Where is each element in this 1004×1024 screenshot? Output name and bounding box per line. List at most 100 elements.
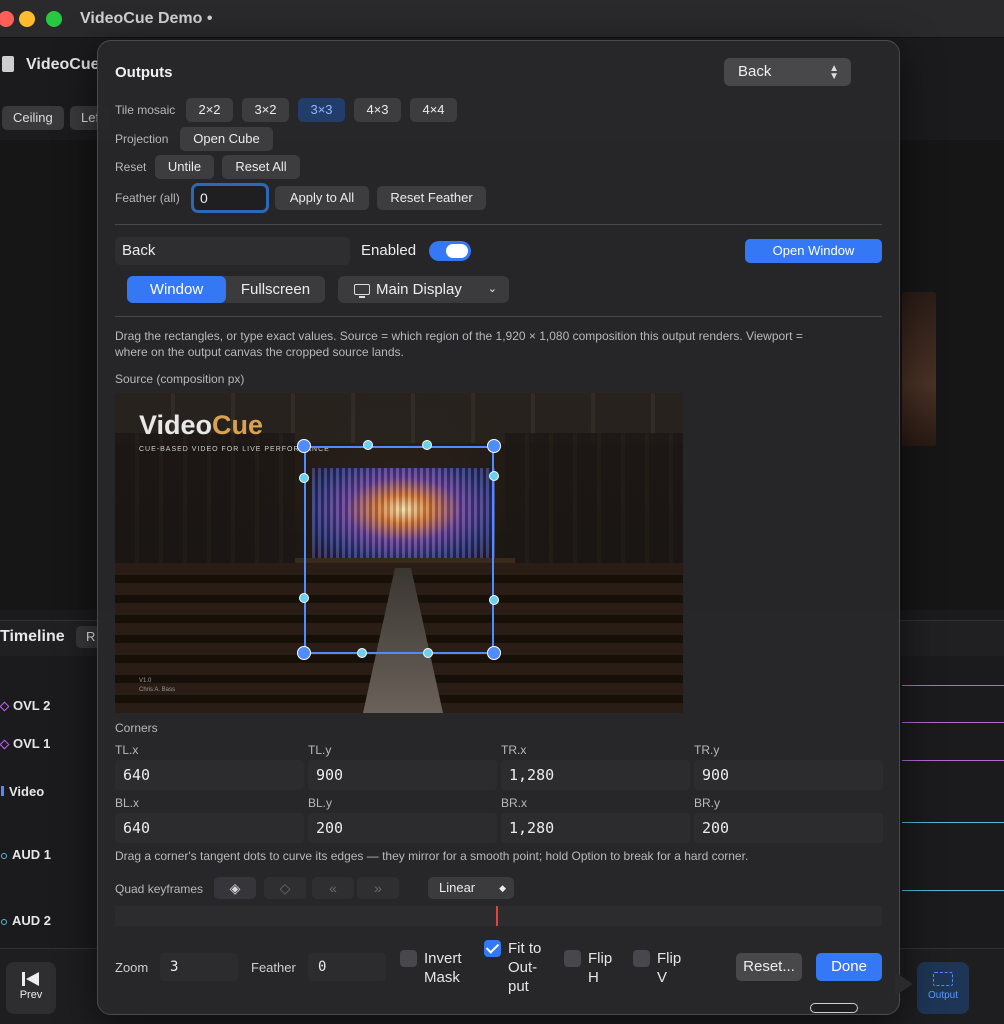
add-keyframe-button[interactable]: ◈ [214, 877, 256, 899]
output-label: Output [927, 990, 959, 1001]
remove-keyframe-button[interactable]: ◇ [264, 877, 306, 899]
tangent-dot[interactable] [363, 440, 373, 450]
feather-all-input[interactable]: 0 [191, 183, 269, 213]
tl-x-label: TL.x [115, 743, 139, 757]
flip-v-label: Flip V [657, 949, 681, 987]
tangent-dot[interactable] [299, 473, 309, 483]
tile-3x3-button[interactable]: 3×3 [298, 98, 345, 122]
mode-fullscreen-segment[interactable]: Fullscreen [226, 276, 325, 303]
tile-2x2-button[interactable]: 2×2 [186, 98, 233, 122]
feather-label: Feather [251, 960, 296, 975]
track-aud2[interactable]: AUD 2 [0, 913, 51, 928]
untile-button[interactable]: Untile [155, 155, 214, 179]
tr-x-field[interactable]: 1,280 [501, 760, 690, 790]
track-label: OVL 2 [13, 698, 51, 713]
br-y-label: BR.y [694, 796, 721, 810]
bg-ceiling-button[interactable]: Ceiling [2, 106, 64, 130]
divider [115, 224, 882, 225]
sheet-resize-handle[interactable] [810, 1003, 858, 1013]
flip-v-checkbox[interactable] [633, 950, 650, 967]
reset-button[interactable]: Reset... [736, 953, 802, 981]
logo-video-text: Video [139, 410, 213, 440]
display-selector[interactable]: Main Display ⌄ [338, 276, 509, 303]
reset-feather-button[interactable]: Reset Feather [377, 186, 486, 210]
apply-to-all-button[interactable]: Apply to All [275, 186, 369, 210]
output-name-field[interactable]: Back [115, 237, 350, 265]
preview-author: Chris A. Bass [139, 687, 176, 693]
tr-y-field[interactable]: 900 [694, 760, 883, 790]
tile-4x4-button[interactable]: 4×4 [410, 98, 457, 122]
bl-y-field[interactable]: 200 [308, 813, 497, 843]
display-selector-value: Main Display [376, 281, 462, 298]
invert-mask-line: Mask [424, 969, 460, 986]
output-button[interactable]: Output [917, 962, 969, 1014]
zoom-field[interactable]: 3 [160, 953, 238, 981]
tangent-dot[interactable] [357, 648, 367, 658]
corner-handle-br[interactable] [487, 646, 501, 660]
tangent-dot[interactable] [299, 593, 309, 603]
track-lane-aud1 [902, 822, 1004, 823]
corner-handle-bl[interactable] [297, 646, 311, 660]
corner-handle-tr[interactable] [487, 439, 501, 453]
mode-window-segment[interactable]: Window [127, 276, 226, 303]
monitor-icon [354, 284, 370, 298]
minimize-window-button[interactable] [19, 11, 35, 27]
br-x-field[interactable]: 1,280 [501, 813, 690, 843]
source-selection-rect[interactable] [304, 446, 494, 654]
tl-y-field[interactable]: 900 [308, 760, 497, 790]
done-button[interactable]: Done [816, 953, 882, 981]
track-ovl1[interactable]: OVL 1 [0, 736, 50, 751]
tangent-dot[interactable] [422, 440, 432, 450]
enabled-label: Enabled [361, 242, 417, 259]
track-aud1[interactable]: AUD 1 [0, 847, 51, 862]
flip-v-line: V [657, 969, 668, 986]
keyframe-track[interactable] [115, 906, 882, 926]
corner-handle-tl[interactable] [297, 439, 311, 453]
track-lane-aud2 [902, 890, 1004, 891]
close-window-button[interactable] [0, 11, 14, 27]
track-ovl2[interactable]: OVL 2 [0, 698, 50, 713]
flip-h-checkbox[interactable] [564, 950, 581, 967]
bl-x-field[interactable]: 640 [115, 813, 304, 843]
zoom-window-button[interactable] [46, 11, 62, 27]
fit-to-output-checkbox[interactable] [484, 940, 501, 957]
track-lane-ovl1 [902, 722, 1004, 723]
skip-back-icon [22, 972, 40, 986]
br-x-label: BR.x [501, 796, 528, 810]
tile-4x3-button[interactable]: 4×3 [354, 98, 401, 122]
prev-keyframe-button[interactable]: « [312, 877, 354, 899]
tl-y-label: TL.y [308, 743, 332, 757]
corners-title: Corners [115, 721, 158, 735]
tile-3x2-button[interactable]: 3×2 [242, 98, 289, 122]
tangent-dot[interactable] [489, 471, 499, 481]
invert-mask-checkbox[interactable] [400, 950, 417, 967]
prev-button[interactable]: Prev [6, 962, 56, 1014]
track-label: OVL 1 [13, 736, 51, 751]
enabled-toggle[interactable] [429, 241, 471, 261]
feather-field[interactable]: 0 [308, 953, 386, 981]
output-selector[interactable]: Back ▲ ▼ [724, 58, 851, 86]
double-chevron-left-icon: « [329, 880, 337, 896]
help-text-line1: Drag the rectangles, or type exact value… [115, 329, 803, 343]
open-cube-button[interactable]: Open Cube [180, 127, 273, 151]
window-title: VideoCue Demo • [80, 10, 213, 27]
output-selector-value: Back [738, 63, 772, 80]
interpolation-selector[interactable]: Linear ◆ [428, 877, 514, 899]
chevron-updown-icon: ◆ [499, 883, 506, 893]
divider [115, 316, 882, 317]
source-label: Source (composition px) [115, 372, 245, 386]
track-video[interactable]: Video [0, 784, 44, 799]
remove-keyframe-icon: ◇ [279, 880, 291, 896]
tl-x-field[interactable]: 640 [115, 760, 304, 790]
interpolation-value: Linear [439, 880, 476, 895]
diamond-icon [0, 739, 10, 750]
tangent-dot[interactable] [489, 595, 499, 605]
next-keyframe-button[interactable]: » [357, 877, 399, 899]
keyframe-playhead[interactable] [496, 906, 498, 926]
reset-all-button[interactable]: Reset All [222, 155, 300, 179]
tangent-dot[interactable] [423, 648, 433, 658]
add-keyframe-icon: ◈ [229, 880, 241, 896]
open-window-button[interactable]: Open Window [745, 239, 882, 263]
flip-h-line: Flip [588, 950, 613, 967]
br-y-field[interactable]: 200 [694, 813, 883, 843]
